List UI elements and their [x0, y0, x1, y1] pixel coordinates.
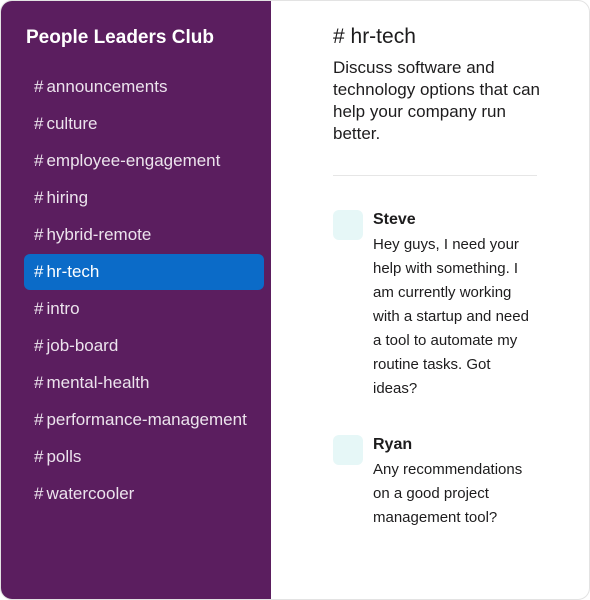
message-author[interactable]: Steve: [373, 210, 537, 230]
sidebar-item-performance-management[interactable]: # performance-management: [24, 402, 264, 438]
channel-list: # announcements # culture # employee-engage…: [1, 69, 271, 512]
message-text: Hey guys, I need your help with somethin…: [373, 236, 529, 397]
sidebar-item-hr-tech[interactable]: # hr-tech: [24, 254, 264, 290]
channel-description: Discuss software and technology options …: [333, 58, 540, 143]
channel-view: # hr-tech Discuss software and technolog…: [271, 1, 589, 599]
sidebar-item-polls[interactable]: # polls: [24, 439, 264, 475]
sidebar-item-intro[interactable]: # intro: [24, 291, 264, 327]
hash-icon: #: [34, 373, 44, 392]
channel-title: # hr-tech: [333, 25, 416, 48]
sidebar-item-label: culture: [46, 114, 98, 133]
message-body: Ryan Any recommendations on a good proje…: [373, 435, 537, 530]
hash-icon: #: [34, 114, 44, 133]
app-window: People Leaders Club # announcements # cult…: [0, 0, 590, 600]
message: Steve Hey guys, I need your help with so…: [333, 210, 589, 401]
sidebar-item-label: intro: [46, 299, 80, 318]
sidebar-item-label: hybrid-remote: [46, 225, 152, 244]
sidebar-item-label: watercooler: [46, 484, 135, 503]
message-text: Any recommendations on a good project ma…: [373, 461, 523, 526]
sidebar-item-job-board[interactable]: # job-board: [24, 328, 264, 364]
message-body: Steve Hey guys, I need your help with so…: [373, 210, 537, 401]
sidebar-item-hiring[interactable]: # hiring: [24, 180, 264, 216]
message-author[interactable]: Ryan: [373, 435, 537, 455]
sidebar-item-hybrid-remote[interactable]: # hybrid-remote: [24, 217, 264, 253]
sidebar-item-label: hr-tech: [46, 262, 100, 281]
hash-icon: #: [34, 225, 44, 244]
sidebar-item-label: hiring: [46, 188, 89, 207]
sidebar-item-label: performance-management: [46, 410, 247, 429]
avatar[interactable]: [333, 435, 363, 465]
divider: [333, 175, 537, 176]
sidebar-item-label: mental-health: [46, 373, 150, 392]
sidebar-item-announcements[interactable]: # announcements: [24, 69, 264, 105]
hash-icon: #: [34, 336, 44, 355]
hash-icon: #: [34, 447, 44, 466]
message: Ryan Any recommendations on a good proje…: [333, 435, 589, 530]
sidebar-item-mental-health[interactable]: # mental-health: [24, 365, 264, 401]
avatar[interactable]: [333, 210, 363, 240]
sidebar-item-label: polls: [46, 447, 82, 466]
sidebar-item-employee-engagement[interactable]: # employee-engagement: [24, 143, 264, 179]
hash-icon: #: [34, 77, 44, 96]
hash-icon: #: [34, 262, 44, 281]
sidebar: People Leaders Club # announcements # cult…: [1, 1, 271, 599]
sidebar-item-label: job-board: [46, 336, 119, 355]
hash-icon: #: [34, 299, 44, 318]
hash-icon: #: [34, 151, 44, 170]
hash-icon: #: [34, 188, 44, 207]
sidebar-item-label: employee-engagement: [46, 151, 221, 170]
sidebar-item-label: announcements: [46, 77, 168, 96]
workspace-name[interactable]: People Leaders Club: [26, 26, 271, 50]
hash-icon: #: [34, 410, 44, 429]
sidebar-item-watercooler[interactable]: # watercooler: [24, 476, 264, 512]
sidebar-item-culture[interactable]: # culture: [24, 106, 264, 142]
hash-icon: #: [34, 484, 44, 503]
